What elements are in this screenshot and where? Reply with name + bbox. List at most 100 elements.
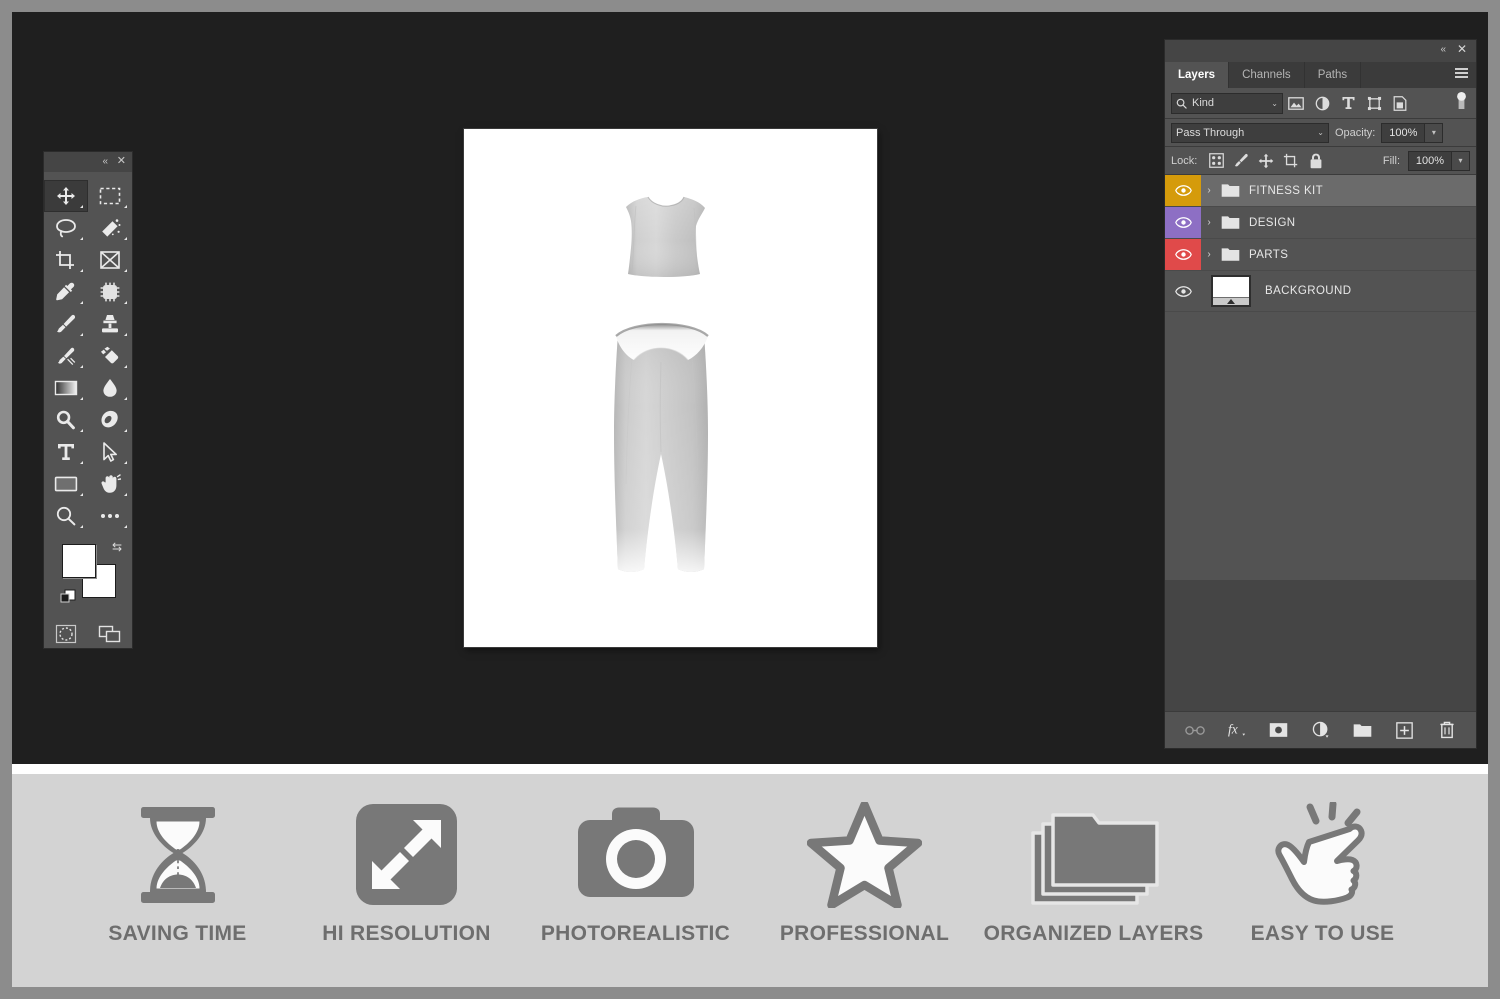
layer-visibility-toggle[interactable] — [1165, 207, 1201, 238]
rectangle-tool-button[interactable] — [44, 468, 88, 500]
group-expand-arrow[interactable]: › — [1201, 217, 1217, 228]
lock-transparent-pixels-icon[interactable] — [1205, 151, 1227, 171]
clone-stamp-tool-button[interactable] — [88, 308, 132, 340]
tools-panel[interactable]: « ✕ ⇆ — [44, 152, 132, 648]
leggings-mockup[interactable] — [604, 314, 724, 589]
delete-layer-button[interactable] — [1436, 719, 1458, 741]
group-expand-arrow[interactable]: › — [1201, 249, 1217, 260]
swap-colors-icon[interactable]: ⇆ — [112, 540, 122, 554]
link-layers-button[interactable] — [1184, 719, 1206, 741]
toolbar-collapse-icon[interactable]: « — [102, 155, 108, 169]
move-tool-button[interactable] — [44, 180, 88, 212]
dodge-tool-button[interactable] — [44, 404, 88, 436]
click-hand-glyph — [1274, 801, 1365, 905]
feature-label: PROFESSIONAL — [779, 921, 950, 945]
opacity-input[interactable]: 100% — [1381, 122, 1426, 143]
lock-artboard-nesting-icon[interactable] — [1280, 151, 1302, 171]
lock-image-pixels-icon[interactable] — [1230, 151, 1252, 171]
pen-tool-button[interactable] — [88, 404, 132, 436]
screen-mode-button[interactable] — [88, 620, 132, 648]
document-canvas[interactable] — [464, 129, 877, 647]
lasso-tool-button[interactable] — [44, 212, 88, 244]
path-selection-tool-button[interactable] — [88, 436, 132, 468]
type-layer-filter-icon[interactable] — [1335, 92, 1361, 114]
default-colors-icon[interactable] — [60, 589, 76, 610]
new-group-button[interactable] — [1352, 719, 1374, 741]
table-row[interactable]: BACKGROUND — [1165, 271, 1476, 312]
table-row[interactable]: › FITNESS KIT — [1165, 175, 1476, 207]
tool-corner-marker — [124, 333, 127, 336]
smart-object-filter-icon[interactable] — [1387, 92, 1413, 114]
frame-tool-button[interactable] — [88, 244, 132, 276]
type-tool-button[interactable] — [44, 436, 88, 468]
group-expand-arrow[interactable]: › — [1201, 185, 1217, 196]
stacked-folders-icon — [1029, 802, 1159, 908]
layer-visibility-toggle[interactable] — [1165, 175, 1201, 206]
table-row[interactable]: › DESIGN — [1165, 207, 1476, 239]
layer-style-button[interactable]: fx — [1226, 719, 1248, 741]
photoshop-mockup-screenshot: « ✕ ⇆ « ✕ Layers Channels Paths Kind ⌄ P… — [0, 0, 1500, 999]
layer-mask-button[interactable] — [1268, 719, 1290, 741]
lock-position-icon[interactable] — [1255, 151, 1277, 171]
trash-icon — [1439, 721, 1454, 739]
history-brush-tool-button[interactable] — [44, 340, 88, 372]
blur-tool-button[interactable] — [88, 372, 132, 404]
fill-stepper[interactable]: ▾ — [1452, 150, 1470, 171]
pixel-layer-filter-icon[interactable] — [1283, 92, 1309, 114]
panel-tab-bar: Layers Channels Paths — [1165, 62, 1476, 88]
artboard-glyph — [1284, 153, 1298, 167]
eraser-tool-button[interactable] — [88, 340, 132, 372]
foreground-color-swatch[interactable] — [62, 544, 96, 578]
layer-filter-kind-select[interactable]: Kind ⌄ — [1171, 92, 1283, 114]
zoom-tool-button[interactable] — [44, 500, 88, 532]
lock-all-icon[interactable] — [1305, 151, 1327, 171]
layers-panel[interactable]: « ✕ Layers Channels Paths Kind ⌄ Pass Th… — [1165, 40, 1476, 748]
panel-close-icon[interactable]: ✕ — [1457, 42, 1467, 56]
tab-layers[interactable]: Layers — [1165, 62, 1230, 88]
spot-healing-icon — [100, 282, 120, 302]
tab-channels[interactable]: Channels — [1229, 62, 1305, 88]
hourglass-icon — [132, 802, 224, 908]
hand-tool-button[interactable] — [88, 468, 132, 500]
layer-visibility-toggle[interactable] — [1165, 271, 1201, 311]
eye-icon — [1174, 217, 1192, 228]
tool-corner-marker — [80, 461, 83, 464]
dodge-icon — [56, 410, 75, 430]
sports-bra-mockup[interactable] — [612, 194, 716, 294]
opacity-stepper[interactable]: ▾ — [1425, 122, 1444, 143]
gradient-tool-button[interactable] — [44, 372, 88, 404]
layer-visibility-toggle[interactable] — [1165, 239, 1201, 270]
search-icon — [1176, 98, 1187, 109]
quick-mask-mode-button[interactable] — [44, 620, 88, 648]
history-brush-icon — [58, 347, 76, 366]
eyedropper-tool-button[interactable] — [44, 276, 88, 308]
more-dots-icon — [101, 514, 119, 518]
tool-corner-marker — [124, 397, 127, 400]
adjustment-layer-button[interactable] — [1310, 719, 1332, 741]
blend-mode-select[interactable]: Pass Through ⌄ — [1171, 122, 1329, 143]
spot-healing-brush-tool-button[interactable] — [88, 276, 132, 308]
panel-menu-icon[interactable] — [1455, 68, 1468, 80]
mask-icon — [1269, 723, 1288, 737]
new-layer-button[interactable] — [1394, 719, 1416, 741]
move-icon — [57, 187, 75, 205]
fill-input[interactable]: 100% — [1408, 150, 1452, 171]
layer-thumbnail[interactable] — [1211, 275, 1251, 307]
quick-selection-tool-button[interactable] — [88, 212, 132, 244]
tab-paths[interactable]: Paths — [1305, 62, 1362, 88]
star-icon — [807, 801, 922, 908]
filter-toggle-switch[interactable] — [1455, 91, 1468, 116]
layer-list[interactable]: › FITNESS KIT › DESIGN › PARTS BACKGROUN… — [1165, 175, 1476, 580]
table-row[interactable]: › PARTS — [1165, 239, 1476, 271]
toolbar-close-icon[interactable]: ✕ — [117, 154, 126, 168]
adjustment-layer-filter-icon[interactable] — [1309, 92, 1335, 114]
rectangular-marquee-tool-button[interactable] — [88, 180, 132, 212]
panel-collapse-icon[interactable]: « — [1440, 44, 1446, 55]
shape-layer-filter-icon[interactable] — [1361, 92, 1387, 114]
brush-glyph — [1235, 153, 1249, 166]
brush-tool-button[interactable] — [44, 308, 88, 340]
crop-tool-button[interactable] — [44, 244, 88, 276]
folder-icon — [1217, 247, 1243, 262]
edit-toolbar-button[interactable] — [88, 500, 132, 532]
tool-corner-marker — [124, 429, 127, 432]
